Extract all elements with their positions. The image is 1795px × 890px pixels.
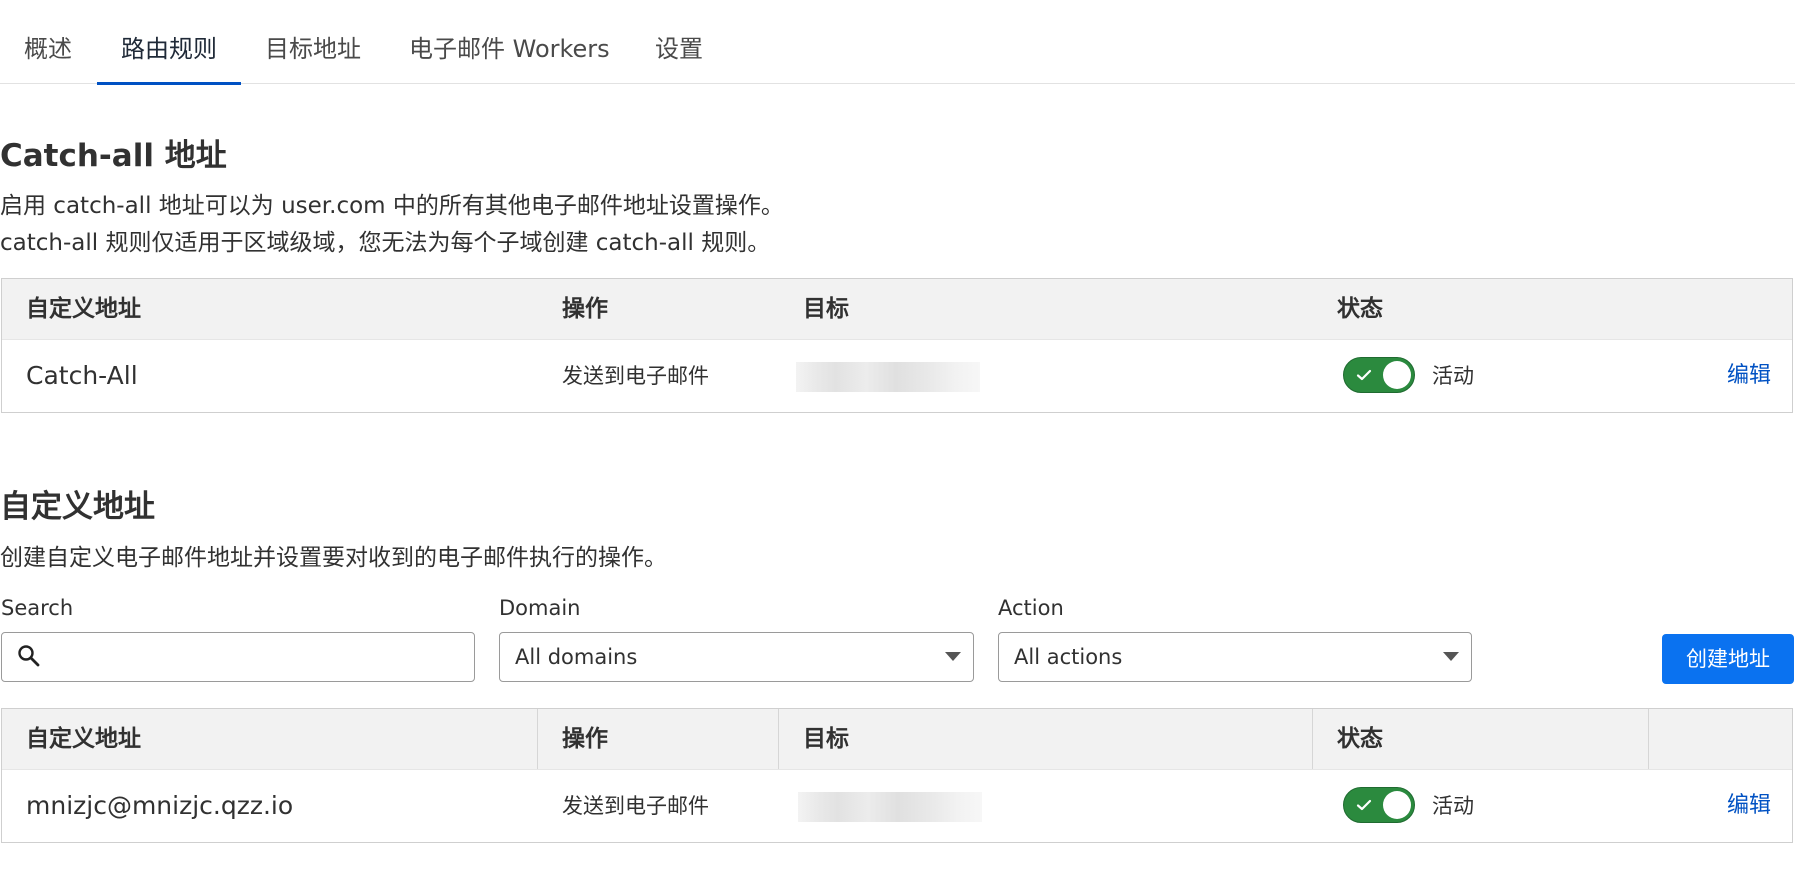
row-address: mnizjc@mnizjc.qzz.io [26,791,294,820]
check-icon [1356,369,1372,381]
action-label: Action [998,596,1064,620]
tab-email-workers[interactable]: 电子邮件 Workers [409,0,610,84]
search-label: Search [1,596,74,620]
action-select-value: All actions [1014,645,1123,669]
table-header: 自定义地址 操作 目标 状态 [2,709,1792,769]
check-icon [1356,799,1372,811]
search-field[interactable] [1,632,475,682]
col-header-status: 状态 [1337,296,1383,322]
chevron-down-icon [945,652,961,661]
custom-addresses-table: 自定义地址 操作 目标 状态 mnizjc@mnizjc.qzz.io 发送到电… [1,708,1793,843]
col-header-address: 自定义地址 [26,726,141,752]
search-icon [18,645,40,667]
row-address: Catch-All [26,361,138,390]
catchall-title: Catch-all 地址 [0,138,227,174]
status-label: 活动 [1432,794,1474,818]
tab-routing-rules[interactable]: 路由规则 [97,0,241,85]
table-row: Catch-All 发送到电子邮件 活动 编辑 [2,339,1792,412]
column-divider [537,709,538,769]
column-divider [1312,709,1313,769]
catchall-table: 自定义地址 操作 目标 状态 Catch-All 发送到电子邮件 活动 编辑 [1,278,1793,413]
table-header: 自定义地址 操作 目标 状态 [2,279,1792,339]
tab-settings[interactable]: 设置 [655,0,703,84]
domain-select-value: All domains [515,645,638,669]
col-header-action: 操作 [562,296,608,322]
table-row: mnizjc@mnizjc.qzz.io 发送到电子邮件 活动 编辑 [2,769,1792,842]
edit-link[interactable]: 编辑 [1727,340,1771,412]
search-input[interactable] [48,639,472,677]
col-header-target: 目标 [803,296,849,322]
column-divider [1648,709,1649,769]
tab-destination-addresses[interactable]: 目标地址 [265,0,361,84]
domain-select[interactable]: All domains [499,632,974,682]
edit-link[interactable]: 编辑 [1727,770,1771,842]
custom-addresses-title: 自定义地址 [0,489,155,525]
row-action: 发送到电子邮件 [562,794,709,818]
catchall-description-line1: 启用 catch-all 地址可以为 user.com 中的所有其他电子邮件地址… [0,193,784,219]
custom-addresses-description: 创建自定义电子邮件地址并设置要对收到的电子邮件执行的操作。 [0,545,667,571]
row-action: 发送到电子邮件 [562,364,709,388]
toggle-knob [1383,361,1411,389]
domain-label: Domain [499,596,581,620]
toggle-knob [1383,791,1411,819]
catchall-description-line2: catch-all 规则仅适用于区域级域，您无法为每个子域创建 catch-al… [0,230,771,256]
chevron-down-icon [1443,652,1459,661]
create-address-button[interactable]: 创建地址 [1662,634,1794,684]
status-toggle[interactable] [1343,357,1415,393]
col-header-status: 状态 [1337,726,1383,752]
status-toggle[interactable] [1343,787,1415,823]
col-header-action: 操作 [562,726,608,752]
tab-bar: 概述 路由规则 目标地址 电子邮件 Workers 设置 [0,0,1795,85]
redacted-target [796,362,980,392]
redacted-target [798,792,982,822]
col-header-target: 目标 [803,726,849,752]
tab-overview[interactable]: 概述 [24,0,72,84]
col-header-address: 自定义地址 [26,296,141,322]
column-divider [778,709,779,769]
status-label: 活动 [1432,364,1474,388]
action-select[interactable]: All actions [998,632,1472,682]
